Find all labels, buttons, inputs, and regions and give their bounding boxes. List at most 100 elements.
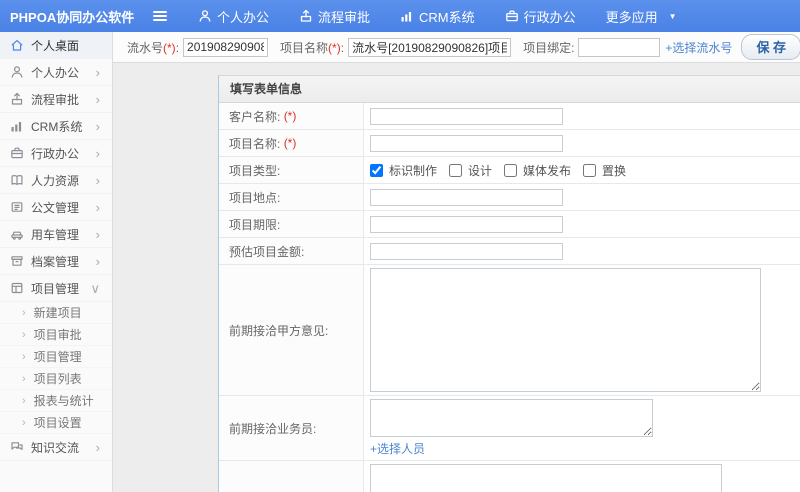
field-label: 项目类型:: [219, 157, 364, 183]
nav-workflow-approval[interactable]: 流程审批: [299, 7, 370, 26]
nav-label: CRM系统: [419, 9, 475, 25]
checkbox-label[interactable]: 设计: [468, 162, 492, 179]
sidebar-subitem-label: 报表与统计: [33, 394, 94, 408]
form-row-estimated-amount: 预估项目金额:: [219, 238, 800, 265]
chevron-right-icon: ›: [22, 328, 26, 341]
chart-icon: [10, 119, 24, 133]
project-duration-input[interactable]: [370, 215, 563, 233]
sidebar-subitem-new-project[interactable]: › 新建项目: [0, 302, 112, 324]
document-icon: [10, 200, 24, 214]
sidebar-subitem-project-management[interactable]: › 项目管理: [0, 346, 112, 368]
chevron-right-icon: ›: [95, 91, 100, 107]
archive-icon: [10, 254, 24, 268]
select-serial-link[interactable]: +选择流水号: [665, 39, 732, 56]
sidebar-item-label: 个人办公: [31, 65, 80, 80]
chevron-right-icon: ›: [22, 306, 26, 319]
sidebar-item-label: CRM系统: [31, 119, 83, 134]
project-name-label: 项目名称(*):: [280, 40, 345, 55]
extra-textarea[interactable]: [370, 464, 722, 492]
required-mark: (*): [283, 136, 297, 150]
select-person-link[interactable]: +选择人员: [370, 440, 425, 457]
sidebar-item-label: 公文管理: [31, 200, 80, 215]
required-mark: (*): [283, 109, 297, 123]
sidebar-subitem-project-list[interactable]: › 项目列表: [0, 368, 112, 390]
app-logo: PHPOA协同办公软件: [10, 9, 135, 25]
nav-admin-office[interactable]: 行政办公: [505, 7, 576, 26]
project-name-field-input[interactable]: [370, 134, 563, 152]
form-row-project-duration: 项目期限:: [219, 211, 800, 238]
chevron-right-icon: ›: [22, 416, 26, 429]
project-bind-input[interactable]: [578, 37, 661, 57]
sidebar-item-crm[interactable]: CRM系统 ›: [0, 113, 112, 140]
chevron-down-icon: ∨: [90, 280, 100, 296]
sidebar-item-projects[interactable]: 项目管理 ∨: [0, 275, 112, 302]
sidebar-subitem-label: 项目列表: [33, 372, 82, 386]
form-row-project-location: 项目地点:: [219, 184, 800, 211]
checkbox-label[interactable]: 标识制作: [389, 162, 437, 179]
sidebar-item-archives[interactable]: 档案管理 ›: [0, 248, 112, 275]
chart-icon: [400, 9, 414, 23]
sidebar-item-label: 项目管理: [31, 281, 80, 296]
sidebar-item-vehicles[interactable]: 用车管理 ›: [0, 221, 112, 248]
estimated-amount-input[interactable]: [370, 242, 563, 260]
form-row-project-name: 项目名称: (*): [219, 130, 800, 157]
project-name-input[interactable]: [348, 37, 512, 57]
required-mark: (*): [328, 40, 341, 55]
chevron-right-icon: ›: [95, 64, 100, 80]
form-row-contact-salesperson: 前期接洽业务员: +选择人员: [219, 396, 800, 461]
client-opinion-textarea[interactable]: [370, 268, 761, 392]
save-button[interactable]: 保 存: [741, 34, 800, 60]
chevron-right-icon: ›: [22, 372, 26, 385]
nav-label: 更多应用: [605, 9, 658, 25]
sidebar-item-label: 流程审批: [31, 92, 80, 107]
field-label: 项目期限:: [219, 211, 364, 237]
chevron-right-icon: ›: [95, 145, 100, 161]
checkbox-sign-making[interactable]: [370, 163, 383, 177]
customer-name-input[interactable]: [370, 107, 563, 125]
field-label: 前期接洽甲方意见:: [219, 265, 364, 395]
user-icon: [10, 65, 24, 79]
main-content: 填写表单信息 客户名称: (*) 项目名称: (*) 项目类型: 标识制作 设计…: [113, 63, 800, 492]
sidebar-subitem-project-settings[interactable]: › 项目设置: [0, 412, 112, 434]
serial-number-input[interactable]: [183, 37, 269, 57]
checkbox-label[interactable]: 媒体发布: [523, 162, 571, 179]
chevron-right-icon: ›: [95, 253, 100, 269]
sidebar-item-label: 行政办公: [31, 146, 80, 161]
nav-crm-system[interactable]: CRM系统: [400, 7, 475, 26]
checkbox-label[interactable]: 置换: [602, 162, 626, 179]
field-label: 项目名称: (*): [219, 130, 364, 156]
sidebar-item-knowledge[interactable]: 知识交流 ›: [0, 434, 112, 461]
sidebar-item-admin-office[interactable]: 行政办公 ›: [0, 140, 112, 167]
chevron-right-icon: ›: [95, 226, 100, 242]
sidebar-subitem-reports-stats[interactable]: › 报表与统计: [0, 390, 112, 412]
menu-toggle-button[interactable]: [152, 9, 168, 23]
chevron-right-icon: ›: [95, 199, 100, 215]
checkbox-replacement[interactable]: [583, 163, 597, 177]
sidebar-item-personal-office[interactable]: 个人办公 ›: [0, 59, 112, 86]
sidebar-item-workflow[interactable]: 流程审批 ›: [0, 86, 112, 113]
sidebar: 个人桌面 个人办公 › 流程审批 › CRM系统 › 行政办公 › 人力资源 ›…: [0, 32, 113, 492]
salesperson-textarea: [370, 399, 653, 437]
field-label: 项目地点:: [219, 184, 364, 210]
form-row-project-type: 项目类型: 标识制作 设计 媒体发布 置换: [219, 157, 800, 184]
sidebar-item-label: 个人桌面: [31, 38, 80, 53]
nav-personal-office[interactable]: 个人办公: [198, 7, 269, 26]
field-label: 预估项目金额:: [219, 238, 364, 264]
project-icon: [10, 281, 24, 295]
record-toolbar: 流水号(*): 项目名称(*): 项目绑定: +选择流水号 保 存: [113, 32, 800, 63]
sidebar-item-hr[interactable]: 人力资源 ›: [0, 167, 112, 194]
caret-down-icon: ▼: [668, 11, 677, 21]
sidebar-subitem-project-approval[interactable]: › 项目审批: [0, 324, 112, 346]
sidebar-item-documents[interactable]: 公文管理 ›: [0, 194, 112, 221]
form-panel-title: 填写表单信息: [219, 76, 800, 103]
flow-icon: [10, 92, 24, 106]
sidebar-item-desktop[interactable]: 个人桌面: [0, 32, 112, 59]
checkbox-design[interactable]: [449, 163, 463, 177]
checkbox-media-release[interactable]: [504, 163, 518, 177]
chevron-right-icon: ›: [22, 394, 26, 407]
chevron-right-icon: ›: [95, 172, 100, 188]
sidebar-subitem-label: 项目审批: [33, 328, 82, 342]
nav-more-apps[interactable]: 更多应用 ▼: [606, 7, 677, 26]
nav-label: 行政办公: [523, 9, 576, 25]
project-location-input[interactable]: [370, 188, 563, 206]
